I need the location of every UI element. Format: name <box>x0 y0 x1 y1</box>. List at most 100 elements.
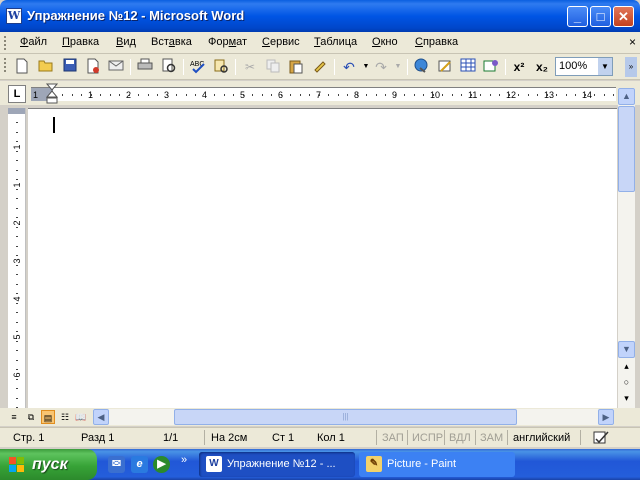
toolbar-grip-handle[interactable] <box>4 58 7 72</box>
spelling-status-icon[interactable] <box>592 430 612 445</box>
media-player-icon[interactable]: ▶ <box>153 456 170 473</box>
status-track-changes[interactable]: ИСПР <box>412 432 443 444</box>
close-button[interactable]: ✕ <box>613 6 634 27</box>
tables-borders-icon[interactable] <box>436 58 454 76</box>
horizontal-ruler[interactable]: 11234567891011121314 <box>31 87 616 101</box>
open-icon[interactable] <box>37 58 55 76</box>
save-icon[interactable] <box>61 58 79 76</box>
status-separator <box>407 430 408 445</box>
ruler-tick-mark <box>423 94 424 96</box>
menu-item[interactable]: Сервис <box>262 36 300 48</box>
menu-item[interactable]: Окно <box>372 36 398 48</box>
status-position: На 2см <box>211 432 248 444</box>
ruler-tick-mark <box>480 94 481 96</box>
horizontal-scroll-thumb[interactable]: ||| <box>174 409 517 425</box>
format-painter-icon[interactable] <box>311 58 329 76</box>
menu-item-label-part: вка <box>174 36 192 48</box>
zoom-select[interactable]: 100% ▼ <box>555 57 613 76</box>
insert-table-icon[interactable] <box>459 58 477 76</box>
ruler-tick-mark <box>376 94 377 96</box>
menu-bar: Файл Правка Вид Вставка Формат Сервис Таблица О… <box>0 32 640 54</box>
tab-selector-button[interactable]: L <box>8 85 26 103</box>
ruler-tick-mark <box>518 94 519 96</box>
ruler-tick-mark <box>566 94 567 96</box>
ruler-tick-mark <box>186 94 187 96</box>
horizontal-scrollbar[interactable]: ◀ ||| ▶ <box>93 409 614 425</box>
ruler-tick-mark <box>613 94 614 96</box>
word-app-icon[interactable]: W <box>6 8 22 24</box>
previous-page-button[interactable]: ▴ <box>621 361 632 372</box>
menu-item[interactable]: Правка <box>62 36 99 48</box>
reading-layout-view-icon[interactable]: 📖 <box>74 410 88 424</box>
ruler-tick-mark <box>62 94 63 96</box>
menu-item[interactable]: Вставка <box>151 36 192 48</box>
normal-view-icon[interactable]: ≡ <box>7 410 21 424</box>
cut-icon[interactable]: ✂ <box>241 58 259 76</box>
paint-icon: ✎ <box>366 456 382 472</box>
undo-icon[interactable]: ↶ <box>340 58 358 76</box>
subscript-button[interactable]: x₂ <box>533 58 551 76</box>
research-icon[interactable] <box>212 58 230 76</box>
quick-launch-more-icon[interactable]: » <box>181 454 187 466</box>
menu-item[interactable]: Файл <box>20 36 47 48</box>
task-label: Упражнение №12 - ... <box>227 458 336 470</box>
select-browse-object-button[interactable]: ○ <box>621 377 632 387</box>
menu-item[interactable]: Справка <box>415 36 458 48</box>
redo-icon[interactable]: ↷ <box>372 58 390 76</box>
new-icon[interactable] <box>13 58 31 76</box>
web-layout-view-icon[interactable]: ⧉ <box>24 410 38 424</box>
outlook-express-icon[interactable]: ✉ <box>108 456 125 473</box>
scroll-up-button[interactable]: ▲ <box>618 88 635 105</box>
document-close-button[interactable]: × <box>629 35 636 49</box>
menu-grip-handle[interactable] <box>4 36 7 50</box>
vertical-scroll-thumb[interactable] <box>618 106 635 192</box>
status-language[interactable]: английский <box>513 432 570 444</box>
indent-marker-icon[interactable] <box>46 83 58 105</box>
ruler-tick-mark <box>357 94 358 96</box>
zoom-value: 100% <box>559 60 588 72</box>
chevron-down-icon[interactable]: ▼ <box>598 58 612 75</box>
scroll-left-button[interactable]: ◀ <box>93 409 109 425</box>
start-button[interactable]: пуск <box>0 449 97 480</box>
redo-dropdown-icon[interactable]: ▼ <box>389 58 407 76</box>
menu-item-label-part: правка <box>422 36 459 48</box>
email-icon[interactable] <box>107 58 125 76</box>
minimize-button[interactable]: _ <box>567 6 588 27</box>
print-preview-icon[interactable] <box>160 58 178 76</box>
document-area[interactable] <box>28 108 617 410</box>
paste-icon[interactable] <box>287 58 305 76</box>
status-record-macro[interactable]: ЗАП <box>382 432 404 444</box>
vertical-scrollbar[interactable]: ▲ ▼ ▴ ○ ▾ <box>618 88 635 410</box>
superscript-button[interactable]: x² <box>510 58 528 76</box>
status-overtype[interactable]: ЗАМ <box>480 432 503 444</box>
toolbar-options-button[interactable]: » <box>625 57 637 77</box>
spelling-icon[interactable]: ABC <box>189 58 207 76</box>
start-label: пуск <box>32 456 68 473</box>
menu-item[interactable]: Таблица <box>314 36 357 48</box>
scroll-right-button[interactable]: ▶ <box>598 409 614 425</box>
next-page-button[interactable]: ▾ <box>621 393 632 404</box>
copy-icon[interactable] <box>264 58 282 76</box>
ruler-number: 1 <box>33 90 39 100</box>
print-icon[interactable] <box>136 58 154 76</box>
internet-explorer-icon[interactable]: e <box>131 456 148 473</box>
status-separator <box>580 430 581 445</box>
menu-item[interactable]: Формат <box>208 36 247 48</box>
outline-view-icon[interactable]: ☷ <box>58 410 72 424</box>
maximize-button[interactable]: □ <box>590 6 611 27</box>
insert-excel-icon[interactable] <box>482 58 500 76</box>
print-layout-view-icon[interactable]: ▤ <box>41 410 55 424</box>
menu-item-label-part: С <box>262 36 270 48</box>
ruler-tick-mark <box>176 94 177 96</box>
hyperlink-icon[interactable] <box>413 58 431 76</box>
status-separator <box>444 430 445 445</box>
vertical-ruler[interactable]: 11234567 <box>8 108 26 410</box>
status-extend[interactable]: ВДЛ <box>449 432 471 444</box>
task-paint[interactable]: ✎ Picture - Paint <box>359 452 515 477</box>
vruler-tick-mark <box>16 160 18 161</box>
task-word[interactable]: W Упражнение №12 - ... <box>199 452 355 477</box>
scroll-down-button[interactable]: ▼ <box>618 341 635 358</box>
ruler-tick-mark <box>395 94 396 96</box>
permission-icon[interactable] <box>84 58 102 76</box>
menu-item[interactable]: Вид <box>116 36 136 48</box>
